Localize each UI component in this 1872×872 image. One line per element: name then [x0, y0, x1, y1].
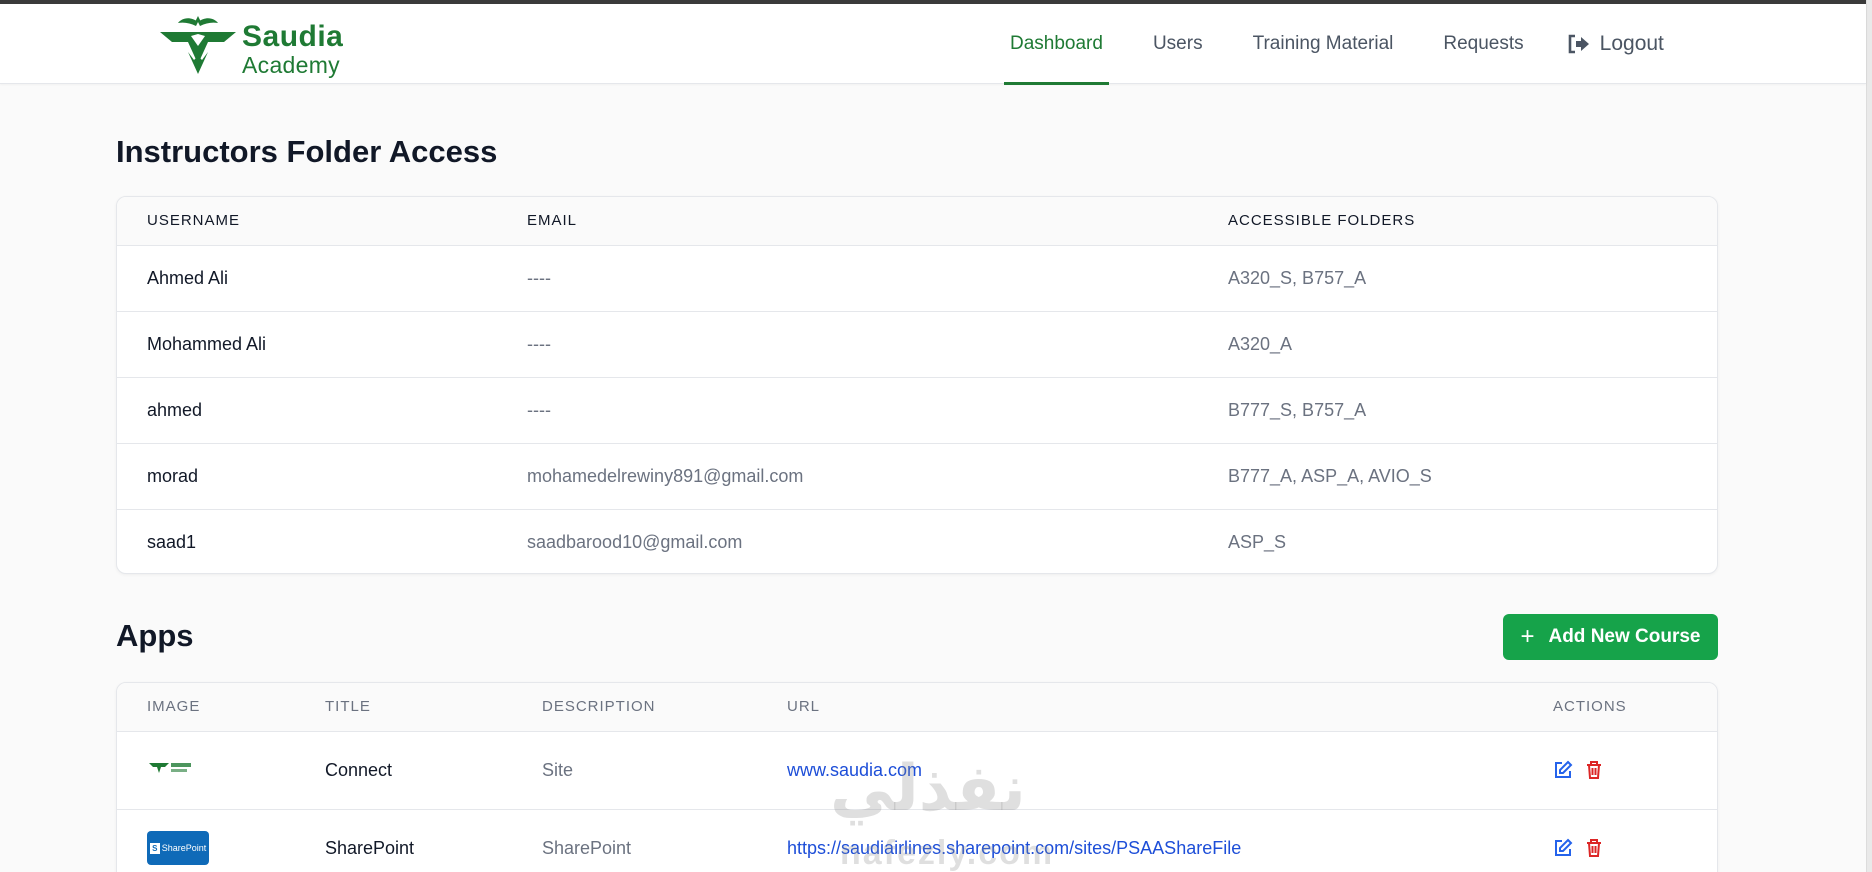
logout-icon: [1568, 34, 1589, 54]
username-cell: Mohammed Ali: [117, 311, 497, 378]
url-cell: https://saudiairlines.sharepoint.com/sit…: [757, 809, 1523, 872]
apps-table-card: IMAGE TITLE DESCRIPTION URL ACTIONS Conn…: [116, 682, 1718, 872]
logo-text-line1: Saudia: [242, 20, 344, 53]
instructors-table: USERNAME EMAIL ACCESSIBLE FOLDERS Ahmed …: [117, 197, 1717, 573]
title-cell: SharePoint: [325, 837, 415, 858]
logout-label: Logout: [1599, 32, 1664, 55]
username-cell: saad1: [147, 531, 197, 552]
username-cell: Ahmed Ali: [117, 245, 497, 312]
saudia-academy-logo-thumbnail: [149, 762, 191, 773]
add-new-course-label: Add New Course: [1548, 626, 1701, 647]
top-navigation-bar: Saudia Academy Dashboard Users Training …: [0, 4, 1866, 85]
apps-table: IMAGE TITLE DESCRIPTION URL ACTIONS Conn…: [117, 683, 1717, 872]
instructors-table-card: USERNAME EMAIL ACCESSIBLE FOLDERS Ahmed …: [116, 196, 1718, 574]
instructors-section-title: Instructors Folder Access: [116, 134, 498, 169]
folders-cell: A320_S, B757_A: [1198, 245, 1717, 312]
table-row: Connect Site www.saudia.com: [117, 731, 1717, 810]
email-cell: ----: [497, 311, 1198, 378]
image-cell: [117, 731, 295, 810]
column-header-title: TITLE: [295, 683, 512, 732]
folders-cell: B777_S, B757_A: [1198, 377, 1717, 444]
column-header-actions: ACTIONS: [1523, 683, 1717, 732]
actions-cell: [1523, 809, 1717, 872]
url-link[interactable]: www.saudia.com: [787, 760, 922, 780]
table-header-row: IMAGE TITLE DESCRIPTION URL ACTIONS: [117, 683, 1717, 732]
delete-icon[interactable]: [1585, 760, 1603, 780]
column-header-description: DESCRIPTION: [512, 683, 757, 732]
username-cell: ahmed: [117, 377, 497, 444]
sharepoint-icon: S: [149, 842, 160, 854]
description-cell: Site: [512, 731, 757, 810]
table-row: Mohammed Ali ---- A320_A: [117, 311, 1717, 378]
email-cell: ----: [497, 377, 1198, 444]
email-cell: ----: [497, 245, 1198, 312]
main-nav: Dashboard Users Training Material Reques…: [1004, 4, 1664, 85]
description-cell: SharePoint: [542, 837, 632, 858]
plus-icon: +: [1520, 623, 1535, 650]
url-link[interactable]: https://saudiairlines.sharepoint.com/sit…: [787, 838, 1241, 858]
table-row: ahmed ---- B777_S, B757_A: [117, 377, 1717, 444]
logout-button[interactable]: Logout: [1568, 4, 1664, 84]
nav-users[interactable]: Users: [1153, 4, 1203, 84]
column-header-accessible-folders: ACCESSIBLE FOLDERS: [1198, 197, 1717, 246]
username-cell: morad: [117, 443, 497, 510]
column-header-url: URL: [757, 683, 1523, 732]
sharepoint-thumbnail: S SharePoint: [147, 831, 209, 866]
nav-dashboard[interactable]: Dashboard: [1004, 4, 1109, 85]
table-header-row: USERNAME EMAIL ACCESSIBLE FOLDERS: [117, 197, 1717, 246]
saudia-academy-logo[interactable]: Saudia Academy: [158, 14, 348, 80]
folders-cell: B777_A, ASP_A, AVIO_S: [1198, 443, 1717, 510]
add-new-course-button[interactable]: + Add New Course: [1503, 614, 1718, 660]
title-cell: Connect: [295, 731, 512, 810]
column-header-username: USERNAME: [117, 197, 497, 246]
edit-icon[interactable]: [1553, 838, 1573, 858]
email-cell: saadbarood10@gmail.com: [527, 531, 743, 552]
column-header-image: IMAGE: [117, 683, 295, 732]
apps-section-title: Apps: [116, 618, 194, 653]
logo-wordmark: Saudia Academy: [242, 22, 343, 77]
image-cell: S SharePoint: [117, 809, 295, 872]
logo-text-line2: Academy: [242, 52, 340, 78]
column-header-email: EMAIL: [497, 197, 1198, 246]
sharepoint-thumbnail-text: SharePoint: [161, 843, 207, 854]
table-row: morad mohamedelrewiny891@gmail.com B777_…: [117, 443, 1717, 510]
folders-cell: ASP_S: [1228, 531, 1287, 552]
delete-icon[interactable]: [1585, 838, 1603, 858]
scrollbar-track[interactable]: [1866, 0, 1872, 872]
nav-requests[interactable]: Requests: [1443, 4, 1523, 84]
folders-cell: A320_A: [1198, 311, 1717, 378]
table-row: Ahmed Ali ---- A320_S, B757_A: [117, 245, 1717, 312]
actions-cell: [1523, 731, 1717, 810]
table-row: saad1 saadbarood10@gmail.com ASP_S: [117, 509, 1717, 573]
table-row: S SharePoint SharePoint SharePoint https…: [117, 809, 1717, 872]
nav-training-material[interactable]: Training Material: [1253, 4, 1394, 84]
palm-swords-emblem-icon: [160, 16, 236, 74]
edit-icon[interactable]: [1553, 760, 1573, 780]
email-cell: mohamedelrewiny891@gmail.com: [497, 443, 1198, 510]
url-cell: www.saudia.com: [757, 731, 1523, 810]
